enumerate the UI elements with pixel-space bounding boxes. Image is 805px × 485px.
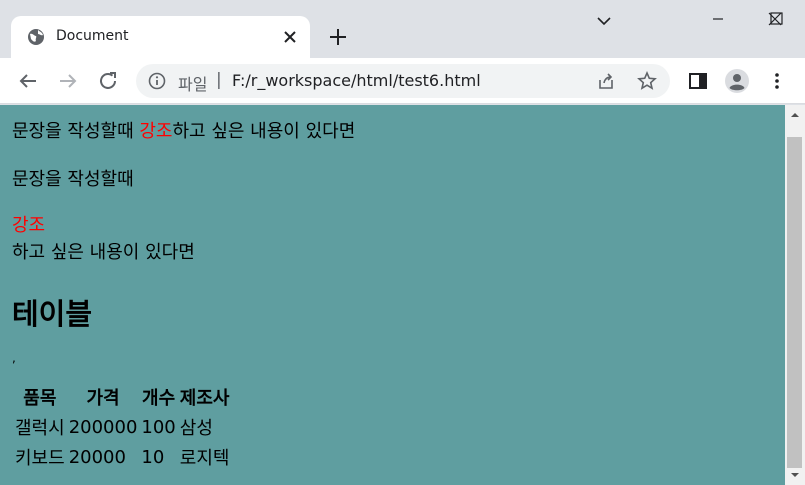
url-text[interactable]: F:/r_workspace/html/test6.html [232, 71, 481, 90]
browser-tab[interactable]: Document [11, 16, 310, 58]
close-tab-icon[interactable] [280, 27, 300, 47]
minimize-icon[interactable] [689, 0, 747, 38]
cell-count: 10 [141, 446, 165, 468]
cell-price: 200000 [68, 416, 138, 438]
bookmark-star-icon[interactable] [636, 70, 658, 92]
side-panel-icon[interactable] [686, 69, 710, 93]
table-header-row: 품목 가격 개수 제조사 [14, 383, 230, 411]
cell-maker: 로지텍 [179, 448, 230, 469]
close-window-icon[interactable] [746, 0, 804, 38]
block-emphasis: 강조 [12, 215, 46, 236]
cell-price: 20000 [68, 446, 126, 468]
emphasis-text: 강조 [139, 121, 173, 142]
header-price: 가격 [86, 388, 120, 409]
block-sentence-start: 문장을 작성할때 [12, 169, 134, 190]
cell-count: 100 [141, 416, 176, 438]
header-count: 개수 [142, 388, 176, 409]
tab-search-chevron-icon[interactable] [593, 10, 615, 32]
product-table: 품목 가격 개수 제조사 갤럭시 200000 100 삼성 키보드 20000… [12, 381, 232, 473]
table-row: 갤럭시 200000 100 삼성 [14, 413, 230, 441]
block-sentence-end: 하고 싶은 내용이 있다면 [12, 242, 195, 263]
browser-toolbar: 파일 | F:/r_workspace/html/test6.html [0, 58, 805, 104]
stray-mark: , [12, 351, 16, 365]
header-item: 품목 [23, 388, 57, 409]
address-separator: | [216, 70, 222, 90]
back-arrow-icon[interactable] [16, 69, 40, 93]
cell-item: 키보드 [15, 448, 65, 469]
cell-maker: 삼성 [179, 418, 213, 439]
table-row: 키보드 20000 10 로지텍 [14, 443, 230, 471]
forward-arrow-icon[interactable] [56, 69, 80, 93]
header-maker: 제조사 [179, 388, 230, 409]
scroll-down-arrow-icon[interactable] [785, 465, 805, 485]
profile-avatar-icon[interactable] [724, 68, 750, 94]
sentence-end: 하고 싶은 내용이 있다면 [172, 121, 356, 142]
inline-sentence: 문장을 작성할때 강조하고 싶은 내용이 있다면 [12, 117, 355, 143]
reload-icon[interactable] [96, 69, 120, 93]
scheme-label: 파일 [178, 75, 208, 94]
address-bar[interactable]: 파일 | F:/r_workspace/html/test6.html [136, 64, 670, 98]
sentence-start: 문장을 작성할때 [12, 121, 140, 142]
scroll-up-arrow-icon[interactable] [785, 105, 805, 125]
new-tab-icon[interactable] [326, 25, 350, 49]
cell-item: 갤럭시 [15, 418, 65, 439]
globe-icon [28, 29, 44, 45]
share-icon[interactable] [596, 71, 616, 91]
info-icon[interactable] [148, 72, 166, 90]
vertical-scrollbar[interactable] [785, 105, 805, 485]
page-heading: 테이블 [12, 297, 93, 331]
tab-title: Document [56, 28, 129, 44]
scrollbar-thumb[interactable] [787, 137, 802, 468]
more-menu-icon[interactable] [765, 69, 789, 93]
tab-strip: Document [0, 0, 805, 58]
page-viewport: 문장을 작성할때 강조하고 싶은 내용이 있다면 문장을 작성할때 강조 하고 … [0, 105, 785, 485]
